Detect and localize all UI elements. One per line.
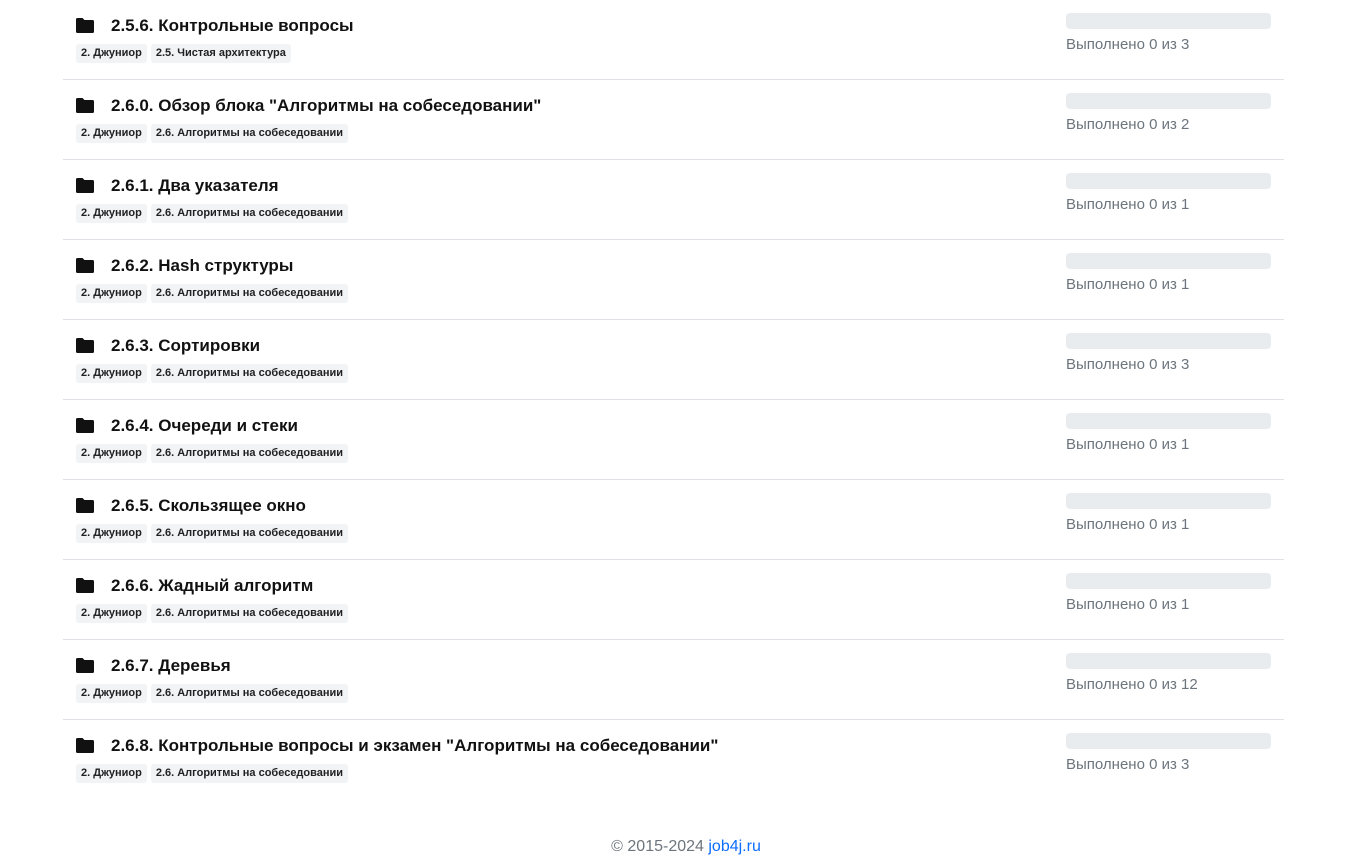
tag-list: 2. Джуниор 2.5. Чистая архитектура [76, 44, 291, 63]
progress-bar [1066, 573, 1271, 589]
tag-list: 2. Джуниор 2.6. Алгоритмы на собеседован… [76, 124, 349, 143]
topic-row: 2.6.4. Очереди и стеки 2. Джуниор 2.6. А… [63, 400, 1284, 480]
progress-bar [1066, 93, 1271, 109]
topic-title-link[interactable]: 2.6.2. Hash структуры [111, 256, 293, 276]
folder-icon [76, 338, 94, 353]
completion-status: Выполнено 0 из 3 [1066, 756, 1190, 773]
level-tag[interactable]: 2. Джуниор [76, 684, 147, 703]
section-tag[interactable]: 2.6. Алгоритмы на собеседовании [150, 764, 349, 783]
topic-row: 2.6.0. Обзор блока "Алгоритмы на собесед… [63, 80, 1284, 160]
tag-list: 2. Джуниор 2.6. Алгоритмы на собеседован… [76, 204, 349, 223]
completion-status: Выполнено 0 из 2 [1066, 116, 1190, 133]
folder-icon [76, 98, 94, 113]
section-tag[interactable]: 2.5. Чистая архитектура [150, 44, 291, 63]
level-tag[interactable]: 2. Джуниор [76, 524, 147, 543]
level-tag[interactable]: 2. Джуниор [76, 364, 147, 383]
progress-bar [1066, 413, 1271, 429]
folder-icon [76, 738, 94, 753]
topic-row: 2.6.2. Hash структуры 2. Джуниор 2.6. Ал… [63, 240, 1284, 320]
progress-bar [1066, 253, 1271, 269]
tag-list: 2. Джуниор 2.6. Алгоритмы на собеседован… [76, 444, 349, 463]
folder-icon [76, 18, 94, 33]
footer: © 2015-2024 job4j.ru [0, 838, 1372, 856]
topic-title-link[interactable]: 2.6.1. Два указателя [111, 176, 279, 196]
completion-status: Выполнено 0 из 3 [1066, 36, 1190, 53]
topic-row: 2.6.5. Скользящее окно 2. Джуниор 2.6. А… [63, 480, 1284, 560]
topic-title-link[interactable]: 2.6.0. Обзор блока "Алгоритмы на собесед… [111, 96, 541, 116]
folder-icon [76, 178, 94, 193]
level-tag[interactable]: 2. Джуниор [76, 444, 147, 463]
topic-row: 2.6.8. Контрольные вопросы и экзамен "Ал… [63, 720, 1284, 800]
topic-title-link[interactable]: 2.5.6. Контрольные вопросы [111, 16, 354, 36]
section-tag[interactable]: 2.6. Алгоритмы на собеседовании [150, 284, 349, 303]
completion-status: Выполнено 0 из 1 [1066, 196, 1190, 213]
level-tag[interactable]: 2. Джуниор [76, 124, 147, 143]
tag-list: 2. Джуниор 2.6. Алгоритмы на собеседован… [76, 684, 349, 703]
section-tag[interactable]: 2.6. Алгоритмы на собеседовании [150, 524, 349, 543]
level-tag[interactable]: 2. Джуниор [76, 604, 147, 623]
section-tag[interactable]: 2.6. Алгоритмы на собеседовании [150, 204, 349, 223]
section-tag[interactable]: 2.6. Алгоритмы на собеседовании [150, 364, 349, 383]
topic-title-link[interactable]: 2.6.7. Деревья [111, 656, 231, 676]
topic-row: 2.6.6. Жадный алгоритм 2. Джуниор 2.6. А… [63, 560, 1284, 640]
topic-row: 2.6.7. Деревья 2. Джуниор 2.6. Алгоритмы… [63, 640, 1284, 720]
level-tag[interactable]: 2. Джуниор [76, 204, 147, 223]
tag-list: 2. Джуниор 2.6. Алгоритмы на собеседован… [76, 604, 349, 623]
progress-bar [1066, 733, 1271, 749]
completion-status: Выполнено 0 из 3 [1066, 356, 1190, 373]
tag-list: 2. Джуниор 2.6. Алгоритмы на собеседован… [76, 284, 349, 303]
topic-title-link[interactable]: 2.6.4. Очереди и стеки [111, 416, 298, 436]
folder-icon [76, 258, 94, 273]
folder-icon [76, 498, 94, 513]
section-tag[interactable]: 2.6. Алгоритмы на собеседовании [150, 684, 349, 703]
level-tag[interactable]: 2. Джуниор [76, 764, 147, 783]
progress-bar [1066, 653, 1271, 669]
site-link[interactable]: job4j.ru [708, 838, 760, 855]
topic-row: 2.6.3. Сортировки 2. Джуниор 2.6. Алгори… [63, 320, 1284, 400]
level-tag[interactable]: 2. Джуниор [76, 284, 147, 303]
folder-icon [76, 418, 94, 433]
tag-list: 2. Джуниор 2.6. Алгоритмы на собеседован… [76, 764, 349, 783]
completion-status: Выполнено 0 из 1 [1066, 436, 1190, 453]
section-tag[interactable]: 2.6. Алгоритмы на собеседовании [150, 444, 349, 463]
folder-icon [76, 578, 94, 593]
progress-bar [1066, 493, 1271, 509]
completion-status: Выполнено 0 из 12 [1066, 676, 1198, 693]
topic-title-link[interactable]: 2.6.3. Сортировки [111, 336, 260, 356]
topic-title-link[interactable]: 2.6.8. Контрольные вопросы и экзамен "Ал… [111, 736, 718, 756]
folder-icon [76, 658, 94, 673]
section-tag[interactable]: 2.6. Алгоритмы на собеседовании [150, 124, 349, 143]
tag-list: 2. Джуниор 2.6. Алгоритмы на собеседован… [76, 364, 349, 383]
topic-title-link[interactable]: 2.6.5. Скользящее окно [111, 496, 306, 516]
progress-bar [1066, 333, 1271, 349]
completion-status: Выполнено 0 из 1 [1066, 276, 1190, 293]
progress-bar [1066, 13, 1271, 29]
completion-status: Выполнено 0 из 1 [1066, 516, 1190, 533]
section-tag[interactable]: 2.6. Алгоритмы на собеседовании [150, 604, 349, 623]
topic-row: 2.6.1. Два указателя 2. Джуниор 2.6. Алг… [63, 160, 1284, 240]
level-tag[interactable]: 2. Джуниор [76, 44, 147, 63]
tag-list: 2. Джуниор 2.6. Алгоритмы на собеседован… [76, 524, 349, 543]
progress-bar [1066, 173, 1271, 189]
topic-row: 2.5.6. Контрольные вопросы 2. Джуниор 2.… [63, 0, 1284, 80]
topic-title-link[interactable]: 2.6.6. Жадный алгоритм [111, 576, 313, 596]
completion-status: Выполнено 0 из 1 [1066, 596, 1190, 613]
topic-list: 2.5.6. Контрольные вопросы 2. Джуниор 2.… [63, 0, 1284, 800]
copyright-text: © 2015-2024 [611, 838, 704, 855]
